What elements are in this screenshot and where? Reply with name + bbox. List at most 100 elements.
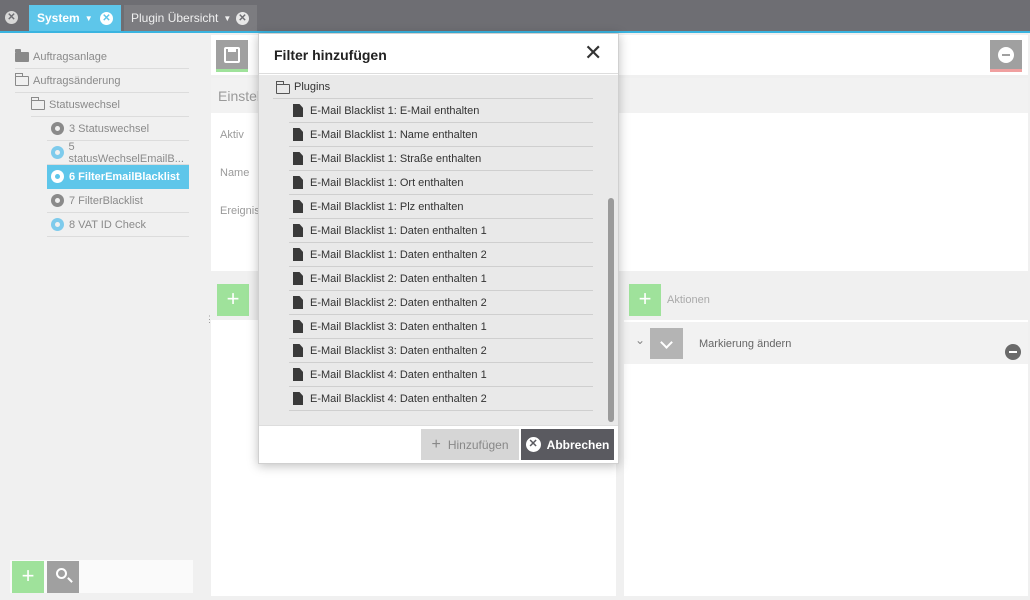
modal-title: Filter hinzufügen <box>274 47 387 63</box>
document-icon <box>293 224 303 237</box>
close-all-tabs-icon[interactable]: ✕ <box>5 11 18 24</box>
list-item-label: E-Mail Blacklist 2: Daten enthalten 1 <box>310 272 487 285</box>
field-label-ereignis: Ereignis <box>220 205 260 217</box>
folder-open-icon <box>30 96 45 112</box>
document-icon <box>293 392 303 405</box>
field-label-name: Name <box>220 167 250 179</box>
tree-item-label: 8 VAT ID Check <box>69 218 147 231</box>
list-item[interactable]: E-Mail Blacklist 1: Daten enthalten 2 <box>289 243 593 267</box>
tree-item-auftragsaenderung[interactable]: Auftragsänderung <box>14 69 189 93</box>
add-button[interactable]: + <box>12 561 44 593</box>
list-item[interactable]: E-Mail Blacklist 4: Daten enthalten 1 <box>289 363 593 387</box>
list-item-label: E-Mail Blacklist 3: Daten enthalten 2 <box>310 344 487 357</box>
tree-item-label: Auftragsanlage <box>33 50 107 63</box>
list-item[interactable]: E-Mail Blacklist 3: Daten enthalten 2 <box>289 339 593 363</box>
tree-item-6-filteremailblacklist[interactable]: 6 FilterEmailBlacklist <box>47 165 189 189</box>
list-item[interactable]: E-Mail Blacklist 1: Straße enthalten <box>289 147 593 171</box>
tree-item-3-statuswechsel[interactable]: 3 Statuswechsel <box>47 117 189 141</box>
chevron-down-icon[interactable]: ⌄ <box>635 333 645 347</box>
plus-icon: + <box>431 435 441 453</box>
list-item-label: E-Mail Blacklist 1: Daten enthalten 1 <box>310 224 487 237</box>
list-item[interactable]: E-Mail Blacklist 1: Daten enthalten 1 <box>289 219 593 243</box>
tab-system[interactable]: System ▼ ✕ <box>29 5 121 31</box>
modal-scrollbar[interactable] <box>608 198 614 422</box>
list-item-label: E-Mail Blacklist 4: Daten enthalten 1 <box>310 368 487 381</box>
list-root-plugins[interactable]: Plugins <box>273 75 593 99</box>
action-row <box>624 322 1028 364</box>
close-circle-icon: ✕ <box>525 437 541 452</box>
modal-footer: + Hinzufügen ✕ Abbrechen <box>259 425 618 463</box>
document-icon <box>293 272 303 285</box>
chevron-down-icon: ▼ <box>84 13 93 23</box>
remove-action-icon[interactable] <box>1005 344 1021 360</box>
list-item-label: E-Mail Blacklist 2: Daten enthalten 2 <box>310 296 487 309</box>
gear-icon <box>51 193 65 208</box>
document-icon <box>293 104 303 117</box>
list-item-label: E-Mail Blacklist 1: Straße enthalten <box>310 152 482 165</box>
tree-item-label: 7 FilterBlacklist <box>69 194 143 207</box>
tree-item-label: Statuswechsel <box>49 98 120 111</box>
tree-item-label: Auftragsänderung <box>33 74 121 87</box>
tree-item-label: 3 Statuswechsel <box>69 122 150 135</box>
add-label: Hinzufügen <box>447 437 509 452</box>
gear-icon <box>51 121 65 136</box>
search-button[interactable] <box>47 561 79 593</box>
list-item-label: E-Mail Blacklist 1: Ort enthalten <box>310 176 464 189</box>
list-item-label: E-Mail Blacklist 1: Daten enthalten 2 <box>310 248 487 261</box>
close-icon[interactable]: ✕ <box>236 12 249 25</box>
settings-title: Einstel <box>218 88 261 104</box>
document-icon <box>293 128 303 141</box>
minus-icon <box>998 47 1014 63</box>
actions-label: Aktionen <box>667 294 710 306</box>
expand-button[interactable] <box>650 328 683 359</box>
save-button[interactable] <box>216 40 248 72</box>
list-item-label: E-Mail Blacklist 1: Name enthalten <box>310 128 478 141</box>
document-icon <box>293 320 303 333</box>
list-item[interactable]: E-Mail Blacklist 1: Plz enthalten <box>289 195 593 219</box>
tab-plugin-uebersicht[interactable]: Plugin Übersicht ▼ ✕ <box>124 5 257 31</box>
list-item[interactable]: E-Mail Blacklist 1: Name enthalten <box>289 123 593 147</box>
list-item[interactable]: E-Mail Blacklist 1: Ort enthalten <box>289 171 593 195</box>
chevron-down-icon: ▼ <box>223 13 232 23</box>
action-label: Markierung ändern <box>699 338 792 350</box>
list-root-label: Plugins <box>294 80 331 93</box>
document-icon <box>293 248 303 261</box>
save-icon <box>224 47 240 63</box>
tree-item-label: 5 statusWechselEmailB... <box>68 140 184 165</box>
document-icon <box>293 200 303 213</box>
tree-item-7-filterblacklist[interactable]: 7 FilterBlacklist <box>47 189 189 213</box>
gear-icon <box>51 217 65 232</box>
list-item-label: E-Mail Blacklist 4: Daten enthalten 2 <box>310 392 487 405</box>
filter-modal: Filter hinzufügen ✕ Plugins E-Mail Black… <box>258 33 619 464</box>
document-icon <box>293 152 303 165</box>
delete-button[interactable] <box>990 40 1022 72</box>
tree-item-label: 6 FilterEmailBlacklist <box>69 170 180 183</box>
cancel-button[interactable]: ✕ Abbrechen <box>521 429 614 460</box>
list-item[interactable]: E-Mail Blacklist 3: Daten enthalten 1 <box>289 315 593 339</box>
tree-item-8-vat-id-check[interactable]: 8 VAT ID Check <box>47 213 189 237</box>
folder-icon <box>15 48 29 64</box>
tree-item-statuswechsel[interactable]: Statuswechsel <box>30 93 189 117</box>
folder-open-icon <box>275 80 290 94</box>
tree-item-5-statuswechselemailb[interactable]: 5 statusWechselEmailB... <box>47 141 189 165</box>
add-filter-button[interactable]: + <box>217 284 249 316</box>
list-item[interactable]: E-Mail Blacklist 4: Daten enthalten 2 <box>289 387 593 411</box>
modal-header: Filter hinzufügen ✕ <box>259 34 618 74</box>
document-icon <box>293 368 303 381</box>
list-item-label: E-Mail Blacklist 1: Plz enthalten <box>310 200 464 213</box>
modal-list: Plugins E-Mail Blacklist 1: E-Mail entha… <box>259 75 618 425</box>
folder-open-icon <box>14 72 29 88</box>
gear-icon <box>51 169 65 184</box>
close-icon[interactable]: ✕ <box>100 12 113 25</box>
add-action-button[interactable]: + <box>629 284 661 316</box>
add-filter-confirm-button[interactable]: + Hinzufügen <box>421 429 519 460</box>
list-item[interactable]: E-Mail Blacklist 1: E-Mail enthalten <box>289 99 593 123</box>
list-item[interactable]: E-Mail Blacklist 2: Daten enthalten 2 <box>289 291 593 315</box>
list-item-label: E-Mail Blacklist 1: E-Mail enthalten <box>310 104 480 117</box>
tab-plugin-label: Plugin Übersicht <box>131 11 219 25</box>
close-icon[interactable]: ✕ <box>584 42 602 64</box>
list-item[interactable]: E-Mail Blacklist 2: Daten enthalten 1 <box>289 267 593 291</box>
tree-item-auftragsanlage[interactable]: Auftragsanlage <box>15 45 189 69</box>
gear-icon <box>51 145 65 160</box>
tab-system-label: System <box>37 11 80 25</box>
